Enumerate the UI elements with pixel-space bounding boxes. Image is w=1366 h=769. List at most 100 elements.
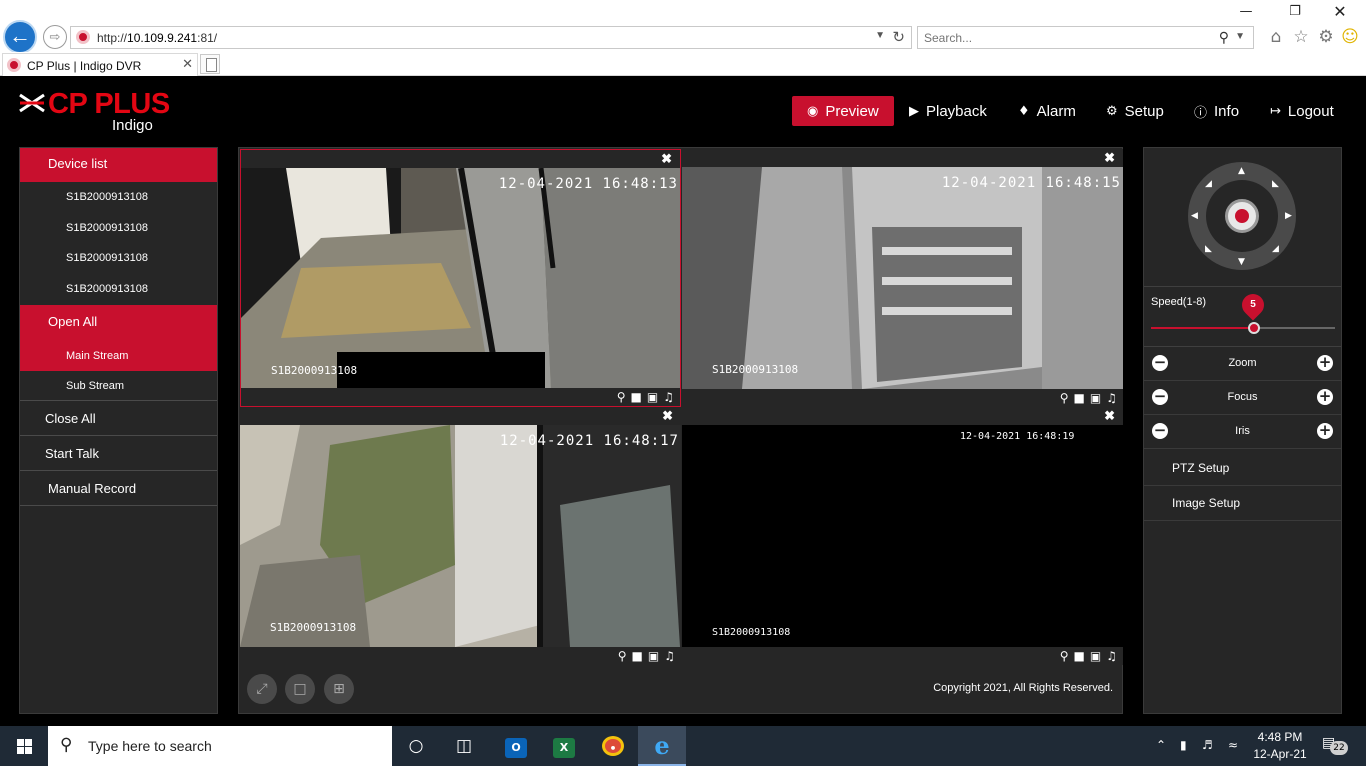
speaker-icon[interactable]: ♫: [663, 389, 674, 405]
gear-icon[interactable]: ⚙: [1316, 27, 1336, 47]
nav-setup[interactable]: ⚙ Setup: [1106, 96, 1164, 126]
record-icon[interactable]: ■: [632, 648, 643, 664]
chevron-down-icon[interactable]: ▼: [1235, 31, 1245, 42]
zoom-icon[interactable]: ⚲: [1060, 390, 1069, 406]
system-clock[interactable]: 4:48 PM 12-Apr-21: [1245, 729, 1315, 763]
camera-feed-4[interactable]: 12-04-2021 16:48:19 S1B2000913108: [682, 425, 1123, 647]
camera-snapshot-icon[interactable]: ▣: [648, 648, 659, 664]
camera-feed-1[interactable]: 12-04-2021 16:48:13 S1B2000913108: [241, 168, 680, 390]
fullscreen-button[interactable]: ⤢: [247, 674, 277, 704]
close-icon[interactable]: ✖: [1104, 149, 1115, 166]
show-hidden-icons-icon[interactable]: ⌃: [1156, 738, 1166, 752]
camera-window-1[interactable]: ✖ 12-04-2021 16:48:13 S1B2000913108 ⚲ ■ …: [240, 149, 681, 407]
arrow-down-right-icon[interactable]: ◢: [1272, 244, 1279, 254]
close-icon[interactable]: ✖: [662, 407, 673, 424]
ptz-direction-pad[interactable]: ▲ ▼ ◀ ▶ ◢ ◣ ◣ ◢: [1188, 162, 1296, 270]
ptz-setup-button[interactable]: PTZ Setup: [1144, 451, 1341, 486]
camera-snapshot-icon[interactable]: ▣: [647, 389, 658, 405]
battery-icon[interactable]: ▮: [1180, 738, 1187, 752]
nav-alarm[interactable]: ♦ Alarm: [1018, 96, 1076, 126]
camera-feed-2[interactable]: 12-04-2021 16:48:15 S1B2000913108: [682, 167, 1123, 389]
volume-icon[interactable]: ♬: [1202, 738, 1213, 752]
speaker-icon[interactable]: ♫: [664, 648, 675, 664]
ptz-center-button[interactable]: [1225, 199, 1259, 233]
task-view-icon[interactable]: ◫: [440, 726, 488, 766]
close-icon[interactable]: ✖: [1104, 407, 1115, 424]
chevron-down-icon[interactable]: ▼: [875, 30, 885, 41]
new-tab-button[interactable]: [200, 54, 220, 74]
camera-snapshot-icon[interactable]: ▣: [1090, 648, 1101, 664]
smiley-feedback-icon[interactable]: ☺: [1340, 27, 1360, 47]
main-stream-option[interactable]: Main Stream: [20, 341, 217, 371]
single-view-button[interactable]: □: [285, 674, 315, 704]
outlook-app-icon[interactable]: O: [492, 726, 540, 766]
zoom-icon[interactable]: ⚲: [1060, 648, 1069, 664]
restore-button[interactable]: ❐: [1275, 2, 1315, 22]
manual-record-button[interactable]: Manual Record: [20, 471, 217, 506]
arrow-right-icon[interactable]: ▶: [1285, 211, 1292, 221]
image-setup-button[interactable]: Image Setup: [1144, 486, 1341, 521]
camera-window-3[interactable]: ✖ 12-04-2021 16:48:17 S1B2000913108 ⚲ ■ …: [240, 407, 681, 665]
camera-snapshot-icon[interactable]: ▣: [1090, 390, 1101, 406]
arrow-down-left-icon[interactable]: ◣: [1205, 244, 1212, 254]
arrow-down-icon[interactable]: ▼: [1238, 257, 1245, 267]
eye-icon: ◉: [807, 103, 819, 119]
tab-cp-plus[interactable]: CP Plus | Indigo DVR ✕: [2, 53, 198, 76]
nav-playback[interactable]: ▶ Playback: [909, 96, 987, 126]
address-bar[interactable]: http://10.109.9.241:81/ ▼ ↻: [70, 26, 912, 49]
record-icon[interactable]: ■: [1074, 648, 1085, 664]
device-item[interactable]: S1B2000913108: [20, 243, 217, 274]
internet-explorer-app-icon[interactable]: e: [638, 726, 686, 766]
sub-stream-option[interactable]: Sub Stream: [20, 371, 217, 401]
cortana-icon[interactable]: ○: [392, 726, 440, 766]
speaker-icon[interactable]: ♫: [1106, 390, 1117, 406]
taskbar-search[interactable]: ⚲ Type here to search: [48, 726, 392, 766]
camera-window-4[interactable]: ✖ 12-04-2021 16:48:19 S1B2000913108 ⚲ ■ …: [682, 407, 1123, 665]
device-item[interactable]: S1B2000913108: [20, 274, 217, 305]
device-list-header[interactable]: Device list: [20, 148, 217, 182]
speed-slider-handle[interactable]: [1248, 322, 1260, 334]
start-button[interactable]: [0, 726, 48, 766]
camera-window-2[interactable]: ✖ 12-04-2021 16:48:15 S1B2000913108 ⚲ ■ …: [682, 149, 1123, 407]
arrow-left-icon[interactable]: ◀: [1191, 211, 1198, 221]
focus-plus-button[interactable]: +: [1317, 389, 1333, 405]
tab-close-icon[interactable]: ✕: [182, 56, 193, 72]
record-icon[interactable]: ■: [631, 389, 642, 405]
device-item[interactable]: S1B2000913108: [20, 182, 217, 213]
network-icon[interactable]: ≈: [1228, 738, 1238, 752]
iris-plus-button[interactable]: +: [1317, 423, 1333, 439]
speed-slider[interactable]: [1151, 322, 1335, 334]
close-icon[interactable]: ✖: [661, 150, 672, 167]
minimize-button[interactable]: —: [1226, 2, 1266, 22]
forward-button[interactable]: ⇨: [43, 25, 67, 49]
home-icon[interactable]: ⌂: [1266, 27, 1286, 47]
nav-logout[interactable]: ↦ Logout: [1270, 96, 1334, 126]
zoom-icon[interactable]: ⚲: [617, 389, 626, 405]
arrow-up-right-icon[interactable]: ◣: [1272, 179, 1279, 189]
browser-search-box[interactable]: ⚲ ▼: [917, 26, 1254, 49]
quad-view-button[interactable]: ⊞: [324, 674, 354, 704]
nav-info[interactable]: ⓘ Info: [1194, 96, 1239, 126]
chrome-app-icon[interactable]: •: [589, 726, 637, 766]
favorites-star-icon[interactable]: ☆: [1291, 27, 1311, 47]
zoom-icon[interactable]: ⚲: [618, 648, 627, 664]
camera-feed-3[interactable]: 12-04-2021 16:48:17 S1B2000913108: [240, 425, 681, 647]
device-item[interactable]: S1B2000913108: [20, 213, 217, 244]
search-icon[interactable]: ⚲: [1219, 29, 1229, 46]
camera-window-titlebar: ✖: [682, 149, 1123, 167]
arrow-up-left-icon[interactable]: ◢: [1205, 179, 1212, 189]
arrow-up-icon[interactable]: ▲: [1238, 166, 1245, 176]
action-center-icon[interactable]: ▤ 22: [1322, 735, 1348, 755]
excel-app-icon[interactable]: X: [540, 726, 588, 766]
record-icon[interactable]: ■: [1074, 390, 1085, 406]
back-button[interactable]: ←: [3, 20, 37, 54]
speaker-icon[interactable]: ♫: [1106, 648, 1117, 664]
open-all-button[interactable]: Open All: [20, 305, 217, 341]
zoom-in-button[interactable]: +: [1317, 355, 1333, 371]
close-window-button[interactable]: ✕: [1320, 2, 1360, 22]
nav-preview[interactable]: ◉ Preview: [792, 96, 894, 126]
browser-search-input[interactable]: [924, 28, 1204, 48]
close-all-button[interactable]: Close All: [20, 401, 217, 436]
refresh-icon[interactable]: ↻: [892, 28, 905, 46]
start-talk-button[interactable]: Start Talk: [20, 436, 217, 471]
